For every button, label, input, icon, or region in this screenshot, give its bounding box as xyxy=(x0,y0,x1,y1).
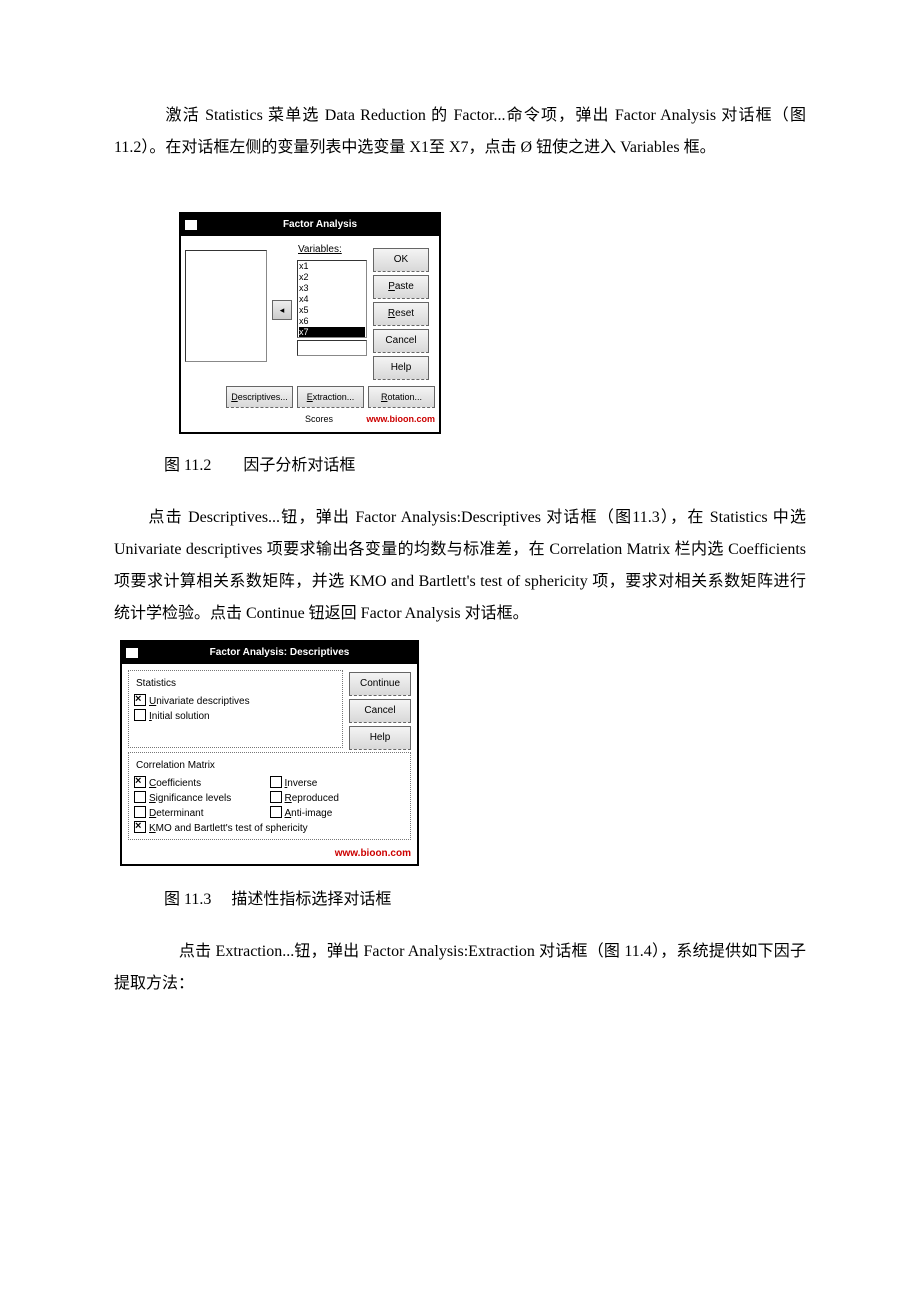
significance-checkbox[interactable]: Significance levels xyxy=(134,791,270,806)
help-button[interactable]: Help xyxy=(373,356,429,380)
group-title: Statistics xyxy=(134,674,178,694)
ok-button[interactable]: OK xyxy=(373,248,429,272)
paste-button[interactable]: Paste xyxy=(373,275,429,299)
watermark: www.bioon.com xyxy=(366,410,435,428)
paragraph-1: 激活 Statistics 菜单选 Data Reduction 的 Facto… xyxy=(114,100,806,164)
descriptives-dialog: Factor Analysis: Descriptives Statistics… xyxy=(120,640,419,866)
paragraph-3: 点击 Extraction...钮，弹出 Factor Analysis:Ext… xyxy=(114,936,806,1000)
reproduced-checkbox[interactable]: Reproduced xyxy=(270,791,406,806)
inverse-checkbox[interactable]: Inverse xyxy=(270,776,406,791)
variables-listbox[interactable]: x1 x2 x3 x4 x5 x6 x7 xyxy=(297,260,367,338)
system-menu-icon[interactable] xyxy=(185,220,197,230)
list-item[interactable]: x6 xyxy=(299,316,365,327)
list-item[interactable]: x4 xyxy=(299,294,365,305)
dialog-titlebar[interactable]: Factor Analysis xyxy=(181,214,439,236)
statistics-group: Statistics Univariate descriptives Initi… xyxy=(128,670,343,748)
variables-label: Variables: xyxy=(297,240,367,260)
extraction-button[interactable]: Extraction... xyxy=(297,386,364,408)
group-title: Correlation Matrix xyxy=(134,756,217,776)
factor-analysis-dialog: Factor Analysis ◂ Variables: x1 x2 x3 x4… xyxy=(179,212,441,434)
univariate-checkbox[interactable]: Univariate descriptives xyxy=(134,694,337,709)
descriptives-button[interactable]: Descriptives... xyxy=(226,386,293,408)
list-item[interactable]: x1 xyxy=(299,261,365,272)
dialog-title: Factor Analysis: Descriptives xyxy=(142,643,417,663)
determinant-checkbox[interactable]: Determinant xyxy=(134,806,270,821)
help-button[interactable]: Help xyxy=(349,726,411,750)
list-item[interactable]: x7 xyxy=(299,327,365,338)
paragraph-2: 点击 Descriptives...钮，弹出 Factor Analysis:D… xyxy=(114,502,806,630)
list-item[interactable]: x2 xyxy=(299,272,365,283)
watermark: www.bioon.com xyxy=(122,844,417,864)
move-left-button[interactable]: ◂ xyxy=(272,300,292,320)
coefficients-checkbox[interactable]: Coefficients xyxy=(134,776,270,791)
anti-image-checkbox[interactable]: Anti-image xyxy=(270,806,406,821)
continue-button[interactable]: Continue xyxy=(349,672,411,696)
correlation-matrix-group: Correlation Matrix Coefficients Inverse … xyxy=(128,752,411,840)
dialog-title: Factor Analysis xyxy=(201,215,439,235)
figure-caption-2: 图 11.3 描述性指标选择对话框 xyxy=(164,884,806,916)
scores-label: Scores xyxy=(305,410,333,428)
cancel-button[interactable]: Cancel xyxy=(373,329,429,353)
dialog-titlebar[interactable]: Factor Analysis: Descriptives xyxy=(122,642,417,664)
list-item[interactable]: x3 xyxy=(299,283,365,294)
rotation-button[interactable]: Rotation... xyxy=(368,386,435,408)
cancel-button[interactable]: Cancel xyxy=(349,699,411,723)
system-menu-icon[interactable] xyxy=(126,648,138,658)
source-variable-list[interactable] xyxy=(185,250,267,362)
reset-button[interactable]: Reset xyxy=(373,302,429,326)
kmo-checkbox[interactable]: KMO and Bartlett's test of sphericity xyxy=(134,821,405,836)
initial-solution-checkbox[interactable]: Initial solution xyxy=(134,709,337,724)
page: 激活 Statistics 菜单选 Data Reduction 的 Facto… xyxy=(0,0,920,1302)
list-item[interactable]: x5 xyxy=(299,305,365,316)
selection-variable-box[interactable] xyxy=(297,340,367,356)
figure-caption-1: 图 11.2 因子分析对话框 xyxy=(164,450,806,482)
